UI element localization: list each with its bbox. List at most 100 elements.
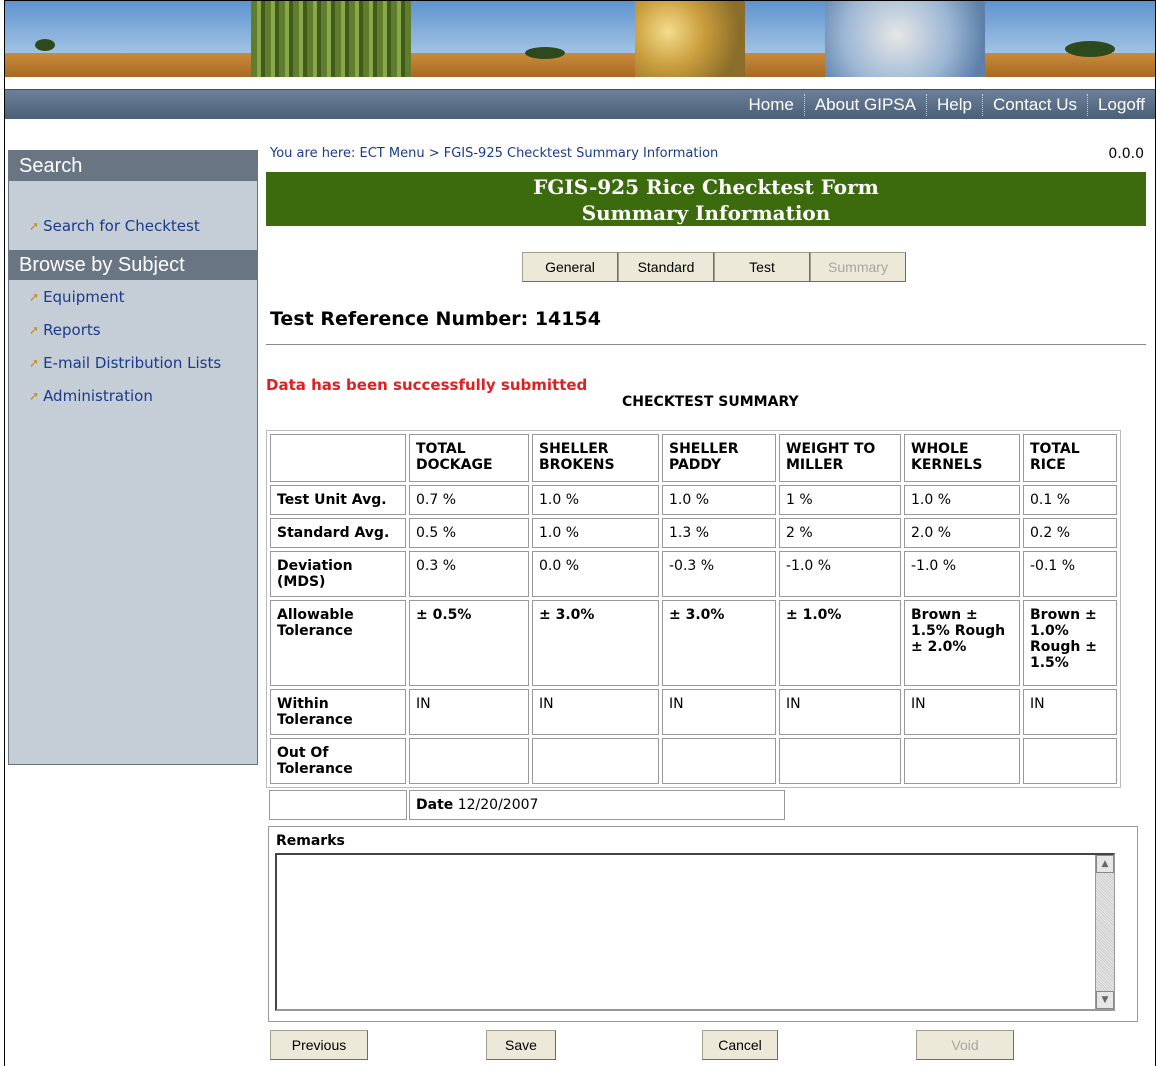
nav-about-link[interactable]: About GIPSA: [805, 95, 926, 115]
table-cell: -1.0 %: [779, 551, 901, 597]
table-cell: ± 1.0%: [779, 600, 901, 686]
table-cell: 0.7 %: [409, 485, 529, 515]
tab-standard[interactable]: Standard: [618, 252, 714, 282]
tab-test[interactable]: Test: [714, 252, 810, 282]
nav-logoff-link[interactable]: Logoff: [1088, 95, 1155, 115]
sidebar-item-reports[interactable]: ➚ Reports: [9, 313, 257, 346]
save-button[interactable]: Save: [486, 1030, 556, 1060]
sidebar-item-label: Reports: [43, 320, 101, 339]
table-cell: 1.0 %: [532, 518, 659, 548]
table-cell: ± 3.0%: [662, 600, 776, 686]
table-cell: 1 %: [779, 485, 901, 515]
sidebar-item-search-checktest[interactable]: ➚ Search for Checktest: [9, 209, 257, 242]
table-cell: [409, 738, 529, 784]
tab-general[interactable]: General: [522, 252, 618, 282]
table-cell: 1.3 %: [662, 518, 776, 548]
sidebar: Search ➚ Search for Checktest Browse by …: [8, 150, 258, 765]
summary-title: CHECKTEST SUMMARY: [622, 394, 799, 410]
table-cell: [532, 738, 659, 784]
row-header: Out Of Tolerance: [270, 738, 406, 784]
table-cell: [662, 738, 776, 784]
success-message: Data has been successfully submitted: [266, 376, 588, 394]
breadcrumb[interactable]: You are here: ECT Menu > FGIS-925 Checkt…: [270, 146, 718, 161]
checktest-summary-table: TOTAL DOCKAGE SHELLER BROKENS SHELLER PADDY…: [266, 430, 1121, 788]
table-cell: [779, 738, 901, 784]
scroll-down-icon[interactable]: ▼: [1096, 991, 1114, 1009]
table-cell: Brown ± 1.0% Rough ± 1.5%: [1023, 600, 1117, 686]
nav-contact-link[interactable]: Contact Us: [983, 95, 1087, 115]
table-cell: 0.3 %: [409, 551, 529, 597]
page-title-line2: Summary Information: [581, 201, 831, 225]
sidebar-browse-heading: Browse by Subject: [9, 250, 257, 280]
sidebar-item-label: E-mail Distribution Lists: [43, 353, 222, 372]
table-cell: 0.5 %: [409, 518, 529, 548]
row-header: Within Tolerance: [270, 689, 406, 735]
table-cell: 2.0 %: [904, 518, 1020, 548]
row-header: Test Unit Avg.: [270, 485, 406, 515]
remarks-label: Remarks: [276, 833, 345, 849]
table-cell: [1023, 738, 1117, 784]
table-cell: -1.0 %: [904, 551, 1020, 597]
table-cell: 2 %: [779, 518, 901, 548]
column-header: SHELLER PADDY: [662, 434, 776, 482]
table-row: Deviation (MDS) 0.3 % 0.0 % -0.3 % -1.0 …: [270, 551, 1117, 597]
table-cell: IN: [1023, 689, 1117, 735]
row-header: Standard Avg.: [270, 518, 406, 548]
void-button: Void: [916, 1030, 1014, 1060]
table-cell: 0.0 %: [532, 551, 659, 597]
table-cell: IN: [532, 689, 659, 735]
sidebar-item-label: Equipment: [43, 287, 125, 306]
nav-home-link[interactable]: Home: [738, 95, 803, 115]
tab-summary: Summary: [810, 252, 906, 282]
arrow-icon: ➚: [29, 218, 40, 233]
column-header: SHELLER BROKENS: [532, 434, 659, 482]
table-cell: [904, 738, 1020, 784]
test-reference-number: Test Reference Number: 14154: [270, 308, 601, 330]
row-header: Deviation (MDS): [270, 551, 406, 597]
arrow-icon: ➚: [29, 289, 40, 304]
table-row: Out Of Tolerance: [270, 738, 1117, 784]
table-cell: 1.0 %: [904, 485, 1020, 515]
remarks-scrollbar[interactable]: ▲ ▼: [1095, 855, 1114, 1009]
page-title: FGIS-925 Rice Checktest Form Summary Inf…: [266, 172, 1146, 226]
header-banner: [5, 1, 1155, 77]
table-cell: Brown ± 1.5% Rough ± 2.0%: [904, 600, 1020, 686]
column-header: WHOLE KERNELS: [904, 434, 1020, 482]
table-cell: -0.1 %: [1023, 551, 1117, 597]
arrow-icon: ➚: [29, 388, 40, 403]
action-buttons: Previous Save Cancel Void: [266, 1030, 1146, 1060]
sidebar-item-label: Administration: [43, 386, 153, 405]
row-header: Allowable Tolerance: [270, 600, 406, 686]
top-nav-bar: Home About GIPSA Help Contact Us Logoff: [5, 89, 1155, 119]
cancel-button[interactable]: Cancel: [702, 1030, 778, 1060]
column-header: WEIGHT TO MILLER: [779, 434, 901, 482]
sidebar-item-email-lists[interactable]: ➚ E-mail Distribution Lists: [9, 346, 257, 379]
column-header: TOTAL DOCKAGE: [409, 434, 529, 482]
page-title-line1: FGIS-925 Rice Checktest Form: [533, 175, 879, 199]
nav-help-link[interactable]: Help: [927, 95, 982, 115]
table-cell: IN: [779, 689, 901, 735]
date-spacer-cell: [269, 790, 407, 820]
table-cell: IN: [662, 689, 776, 735]
tab-bar: General Standard Test Summary: [522, 252, 906, 282]
table-cell: ± 3.0%: [532, 600, 659, 686]
remarks-textarea[interactable]: [275, 853, 1115, 1011]
sidebar-item-administration[interactable]: ➚ Administration: [9, 379, 257, 412]
remarks-section: Remarks ▲ ▼: [268, 826, 1138, 1022]
sidebar-item-equipment[interactable]: ➚ Equipment: [9, 280, 257, 313]
version-label: 0.0.0: [1108, 146, 1144, 162]
table-cell: -0.3 %: [662, 551, 776, 597]
date-label: Date: [416, 797, 454, 813]
date-row: Date 12/20/2007: [269, 790, 785, 820]
table-cell: 0.1 %: [1023, 485, 1117, 515]
previous-button[interactable]: Previous: [270, 1030, 368, 1060]
sidebar-search-heading: Search: [9, 151, 257, 181]
table-cell: 1.0 %: [662, 485, 776, 515]
scroll-up-icon[interactable]: ▲: [1096, 855, 1114, 873]
table-cell: 1.0 %: [532, 485, 659, 515]
table-row: Allowable Tolerance ± 0.5% ± 3.0% ± 3.0%…: [270, 600, 1117, 686]
table-corner-cell: [270, 434, 406, 482]
sidebar-item-label: Search for Checktest: [43, 216, 200, 235]
column-header: TOTAL RICE: [1023, 434, 1117, 482]
table-row: Within Tolerance IN IN IN IN IN IN: [270, 689, 1117, 735]
